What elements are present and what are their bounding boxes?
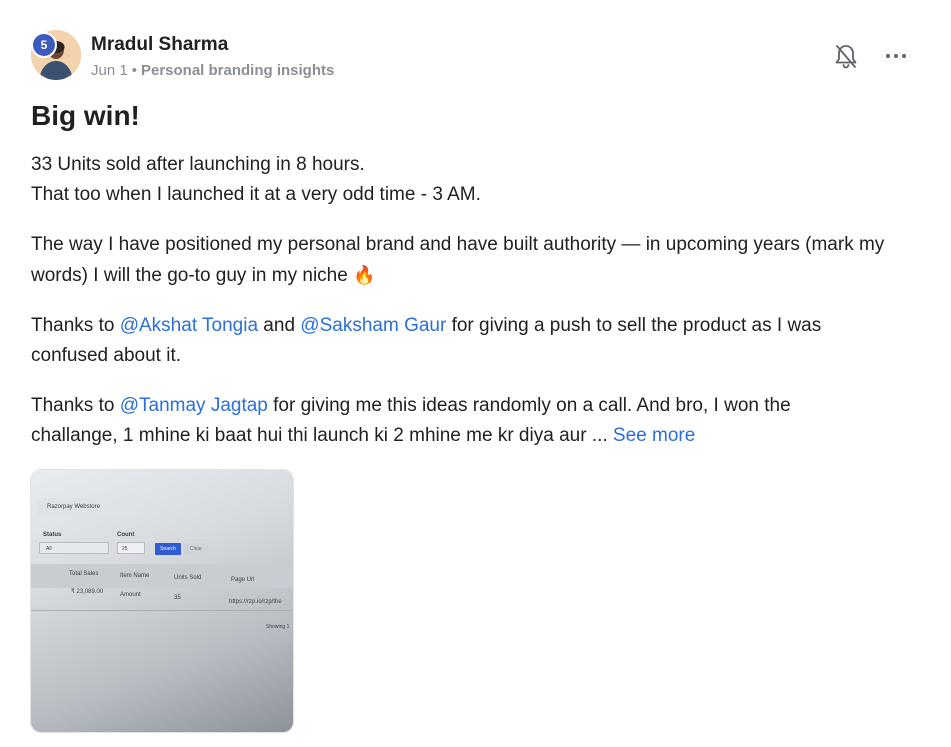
att-col-header: Units Sold (174, 575, 202, 581)
paragraph-text: words) I will the go-to guy in my niche (31, 265, 348, 286)
paragraph-line: challange, 1 mhine ki baat hui thi launc… (31, 421, 931, 451)
att-cell: Amount (120, 592, 141, 598)
att-store-tab: Razorpay Webstore (37, 498, 135, 516)
paragraph-text: challange, 1 mhine ki baat hui thi launc… (31, 425, 613, 446)
notification-toggle-button[interactable] (834, 43, 858, 71)
paragraph-line: That too when I launched it at a very od… (31, 184, 481, 205)
paragraph-text: for giving a push to sell the product as… (446, 315, 822, 336)
post-attachment-image[interactable]: Razorpay Webstore Status All Count 25 Se… (31, 470, 293, 732)
fire-emoji: 🔥 (353, 265, 376, 285)
att-col-header: Item Name (120, 573, 150, 579)
bell-off-icon (835, 45, 857, 69)
att-footer: Showing 1 (266, 624, 290, 630)
att-status-label: Status (43, 532, 62, 538)
post-date: Jun 1 (91, 62, 128, 79)
att-cell: ₹ 23,089.00 (71, 589, 104, 595)
paragraph-line: confused about it. (31, 345, 181, 366)
meta-separator: • (131, 62, 137, 79)
att-cell: https://rzp.io/rzp/the (229, 599, 282, 605)
paragraph-text: Thanks to (31, 315, 120, 336)
community-post: 5 Mradul Sharma Jun 1 • Personal branding … (0, 0, 951, 747)
paragraph-line: words) I will the go-to guy in my niche … (31, 260, 931, 291)
post-meta: Jun 1 • Personal branding insights (91, 62, 334, 79)
paragraph-text: for giving me this ideas randomly on a c… (267, 395, 791, 416)
paragraph-line: Thanks to @Akshat Tongia and @Saksham Ga… (31, 311, 931, 341)
mention-tanmay-jagtap[interactable]: @Tanmay Jagtap (120, 395, 268, 416)
level-badge: 5 (31, 32, 57, 58)
paragraph-2: The way I have positioned my personal br… (31, 230, 931, 291)
post-body: 33 Units sold after launching in 8 hours… (31, 150, 931, 471)
att-count-input: 25 (117, 542, 145, 554)
paragraph-line: The way I have positioned my personal br… (31, 234, 885, 255)
paragraph-4: Thanks to @Tanmay Jagtap for giving me t… (31, 391, 931, 451)
paragraph-1: 33 Units sold after launching in 8 hours… (31, 150, 931, 210)
post-category[interactable]: Personal branding insights (141, 62, 334, 79)
att-col-header: Total Sales (69, 571, 99, 577)
att-status-select: All (39, 542, 109, 554)
mention-akshat-tongia[interactable]: @Akshat Tongia (120, 315, 258, 336)
see-more-link[interactable]: See more (613, 425, 695, 446)
paragraph-text: and (258, 315, 301, 336)
paragraph-line: 33 Units sold after launching in 8 hours… (31, 154, 365, 175)
paragraph-line: Thanks to @Tanmay Jagtap for giving me t… (31, 391, 931, 421)
att-search-button: Search (155, 543, 181, 555)
att-row-divider (31, 610, 293, 611)
att-clear-button: Clear (184, 543, 208, 555)
author-name[interactable]: Mradul Sharma (91, 34, 228, 56)
att-col-header: Page Url (231, 577, 255, 583)
more-options-button[interactable] (884, 46, 908, 66)
post-title: Big win! (31, 100, 140, 131)
att-cell: 35 (174, 595, 181, 601)
mention-saksham-gaur[interactable]: @Saksham Gaur (300, 315, 446, 336)
att-count-label: Count (117, 532, 135, 538)
paragraph-text: Thanks to (31, 395, 120, 416)
paragraph-3: Thanks to @Akshat Tongia and @Saksham Ga… (31, 311, 931, 371)
